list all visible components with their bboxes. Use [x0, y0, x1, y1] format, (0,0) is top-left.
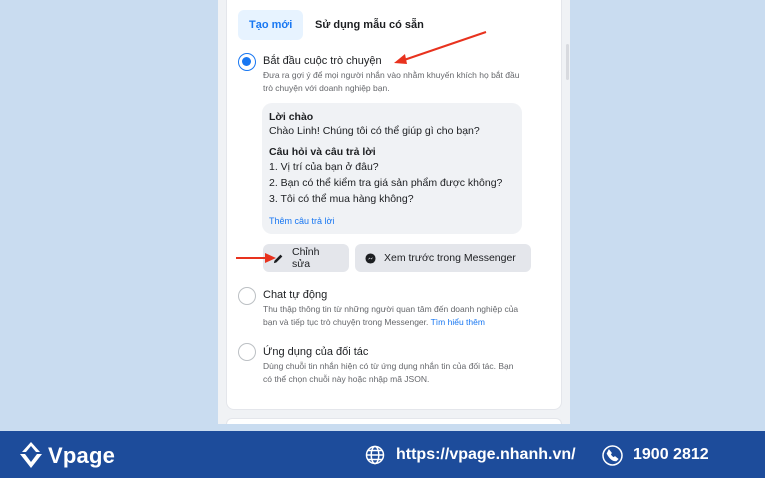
- learn-more-link[interactable]: Tìm hiểu thêm: [431, 317, 485, 327]
- option-desc-partner-app: Dùng chuỗi tin nhắn hiện có từ ứng dụng …: [263, 360, 553, 386]
- option-title-start-conversation: Bắt đầu cuộc trò chuyện: [263, 55, 382, 67]
- edit-button[interactable]: Chỉnh sửa: [263, 244, 349, 272]
- preview-in-messenger-button[interactable]: Xem trước trong Messenger: [355, 244, 531, 272]
- add-answer-link[interactable]: Thêm câu trả lời: [269, 216, 334, 226]
- phone-icon: [602, 445, 623, 471]
- desc-line: bạn và tiếp tục trò chuyện trong Messeng…: [263, 316, 553, 329]
- option-desc-start-conversation: Đưa ra gợi ý để mọi người nhắn vào nhằm …: [263, 69, 553, 95]
- greeting-text: Chào Linh! Chúng tôi có thể giúp gì cho …: [269, 125, 480, 137]
- desc-line: Đưa ra gợi ý để mọi người nhắn vào nhằm …: [263, 70, 520, 80]
- question-item: 3. Tôi có thể mua hàng không?: [269, 193, 414, 205]
- brand-name: Vpage: [48, 443, 116, 468]
- globe-icon: [365, 445, 385, 470]
- radio-start-conversation[interactable]: [238, 53, 256, 71]
- question-item: 1. Vị trí của bạn ở đâu?: [269, 161, 379, 173]
- radio-partner-app[interactable]: [238, 343, 256, 361]
- edit-button-label: Chỉnh sửa: [292, 246, 320, 270]
- desc-line: có thể chọn chuỗi này hoặc nhập mã JSON.: [263, 374, 430, 384]
- desc-line: Dùng chuỗi tin nhắn hiện có từ ứng dụng …: [263, 361, 514, 371]
- next-card-edge: [226, 418, 562, 424]
- tab-use-template[interactable]: Sử dụng mẫu có sẵn: [304, 10, 435, 40]
- pencil-icon: [273, 253, 284, 264]
- radio-auto-chat[interactable]: [238, 287, 256, 305]
- preview-button-label: Xem trước trong Messenger: [384, 252, 516, 264]
- desc-text: bạn và tiếp tục trò chuyện trong Messeng…: [263, 317, 429, 327]
- greeting-heading: Lời chào: [269, 111, 314, 123]
- option-title-partner-app: Ứng dụng của đối tác: [263, 346, 369, 358]
- desc-line: trò chuyện với doanh nghiệp bạn.: [263, 83, 390, 93]
- desc-line: Thu thập thông tin từ những người quan t…: [263, 304, 519, 314]
- option-desc-auto-chat: Thu thập thông tin từ những người quan t…: [263, 303, 553, 329]
- website-link[interactable]: https://vpage.nhanh.vn/: [396, 446, 576, 464]
- vpage-logo-icon: [16, 440, 46, 475]
- question-item: 2. Bạn có thể kiểm tra giá sản phẩm được…: [269, 177, 503, 189]
- hotline-number[interactable]: 1900 2812: [633, 446, 709, 464]
- scrollbar-thumb[interactable]: [566, 44, 569, 80]
- messenger-icon: [365, 252, 376, 264]
- qa-heading: Câu hỏi và câu trả lời: [269, 146, 376, 158]
- option-title-auto-chat: Chat tự động: [263, 289, 328, 301]
- tab-create-new[interactable]: Tạo mới: [238, 10, 304, 40]
